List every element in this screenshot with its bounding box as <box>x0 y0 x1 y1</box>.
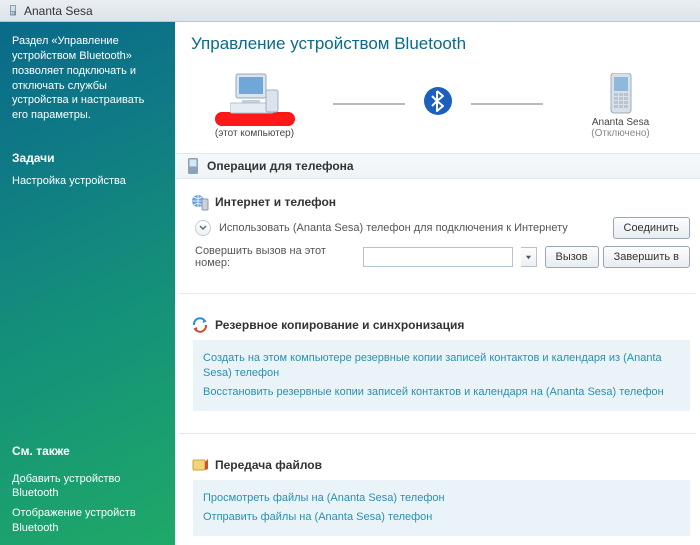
titlebar: Ananta Sesa <box>0 0 700 22</box>
topology-line <box>471 103 543 105</box>
group-backup: Резервное копирование и синхронизация Со… <box>175 302 700 425</box>
backup-links: Создать на этом компьютере резервные коп… <box>193 340 690 411</box>
window-title: Ananta Sesa <box>24 4 93 18</box>
connect-button[interactable]: Соединить <box>613 217 691 239</box>
globe-phone-icon <box>191 193 209 211</box>
use-phone-text: Использовать (Ananta Sesa) телефон для п… <box>219 222 568 234</box>
chevron-down-icon[interactable] <box>195 220 211 236</box>
device-name: Ananta Sesa <box>561 117 681 128</box>
redacted-name <box>215 112 295 126</box>
backup-restore-link[interactable]: Восстановить резервные копии записей кон… <box>203 385 680 400</box>
dial-label: Совершить вызов на этот номер: <box>195 245 355 269</box>
phone-icon <box>6 4 20 18</box>
task-configure-device[interactable]: Настройка устройства <box>12 175 163 187</box>
sidebar: Раздел «Управление устройством Bluetooth… <box>0 22 175 545</box>
sidebar-intro: Раздел «Управление устройством Bluetooth… <box>12 34 163 123</box>
topology-line <box>333 103 405 105</box>
call-button[interactable]: Вызов <box>545 246 599 268</box>
main-panel: Управление устройством Bluetooth (этот к… <box>175 22 700 545</box>
topology-device: Ananta Sesa (Отключено) <box>561 69 681 139</box>
sync-icon <box>191 316 209 334</box>
ops-header-label: Операции для телефона <box>207 159 354 173</box>
group-internet-header: Интернет и телефон <box>191 193 690 211</box>
dial-number-input[interactable] <box>363 247 513 267</box>
group-backup-header: Резервное копирование и синхронизация <box>191 316 690 334</box>
page-title: Управление устройством Bluetooth <box>175 22 700 64</box>
bluetooth-icon <box>423 86 453 121</box>
group-files-title: Передача файлов <box>215 458 322 472</box>
computer-icon <box>195 68 315 114</box>
ops-header: Операции для телефона <box>175 153 700 179</box>
backup-create-link[interactable]: Создать на этом компьютере резервные коп… <box>203 351 680 382</box>
group-internet: Интернет и телефон Использовать (Ananta … <box>175 179 700 285</box>
topology-computer: (этот компьютер) <box>195 68 315 139</box>
group-files-header: Передача файлов <box>191 456 690 474</box>
group-backup-title: Резервное копирование и синхронизация <box>215 318 464 332</box>
device-status: (Отключено) <box>561 128 681 139</box>
phone-ops-icon <box>185 158 201 174</box>
see-also-show-devices[interactable]: Отображение устройств Bluetooth <box>12 506 163 535</box>
files-send-link[interactable]: Отправить файлы на (Ananta Sesa) телефон <box>203 510 680 525</box>
files-links: Просмотреть файлы на (Ananta Sesa) телеф… <box>193 480 690 536</box>
topology: (этот компьютер) Ananta <box>175 64 700 139</box>
files-icon <box>191 456 209 474</box>
tasks-title: Задачи <box>12 151 163 165</box>
end-call-button[interactable]: Завершить в <box>603 246 690 268</box>
see-also-title: См. также <box>12 444 163 458</box>
computer-label: (этот компьютер) <box>195 128 315 139</box>
files-browse-link[interactable]: Просмотреть файлы на (Ananta Sesa) телеф… <box>203 491 680 506</box>
dropdown-arrow-icon[interactable] <box>521 247 536 267</box>
group-files: Передача файлов Просмотреть файлы на (An… <box>175 442 700 545</box>
group-internet-title: Интернет и телефон <box>215 195 336 209</box>
device-phone-icon <box>561 69 681 115</box>
see-also-add-device[interactable]: Добавить устройство Bluetooth <box>12 472 163 501</box>
